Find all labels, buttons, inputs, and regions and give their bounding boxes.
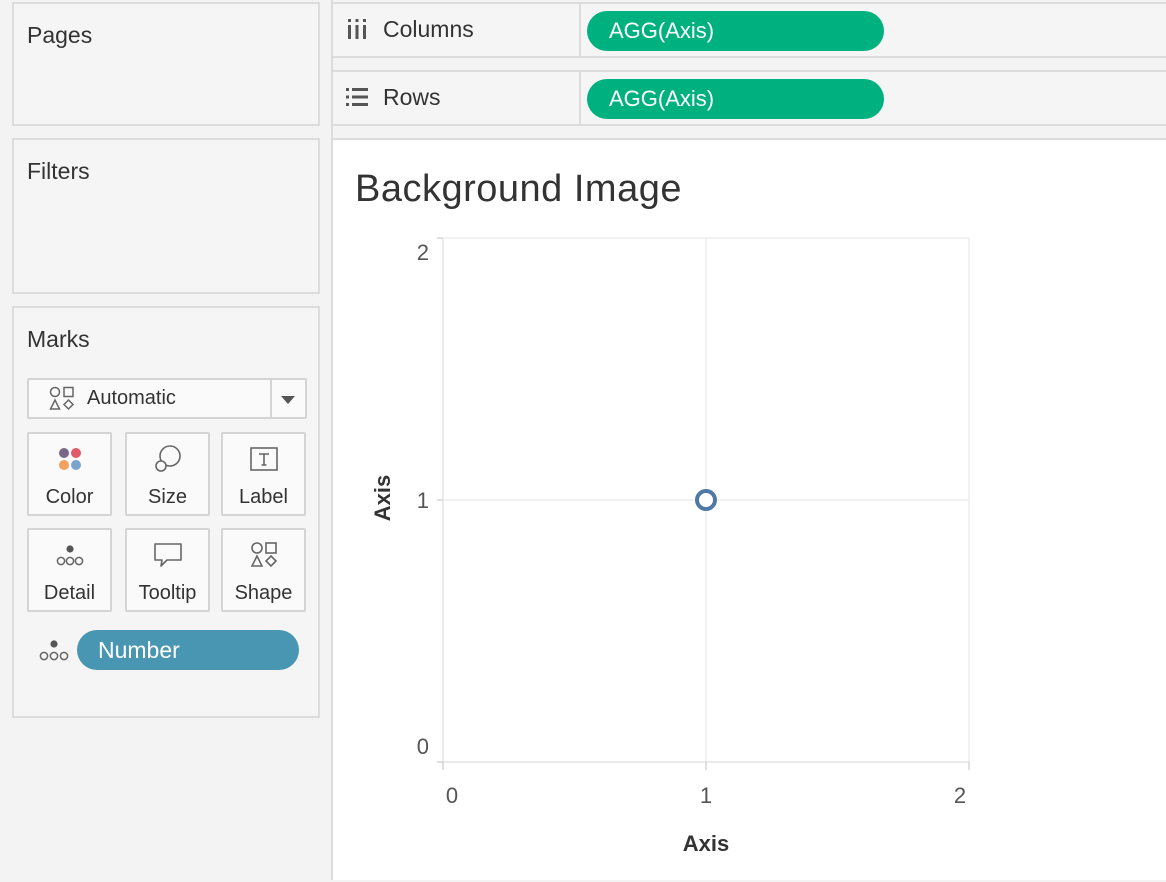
- y-tick-label: 0: [417, 734, 429, 759]
- columns-pill-agg-axis[interactable]: AGG(Axis): [587, 11, 884, 51]
- detail-icon: [56, 545, 84, 566]
- size-button[interactable]: Size: [125, 432, 210, 516]
- pages-title: Pages: [27, 22, 93, 48]
- rows-pill-agg-axis[interactable]: AGG(Axis): [587, 79, 884, 119]
- mark-type-dropdown[interactable]: Automatic: [27, 378, 307, 419]
- axis-ticks: 0 1 2 0 1 2: [417, 237, 970, 808]
- color-icon: [59, 448, 81, 470]
- detail-button[interactable]: Detail: [27, 528, 112, 612]
- color-button[interactable]: Color: [27, 432, 112, 516]
- shape-label: Shape: [234, 582, 293, 604]
- automatic-shape-icon: [49, 386, 75, 411]
- rows-shelf-label-area: Rows: [333, 72, 581, 124]
- rows-shelf[interactable]: Rows AGG(Axis): [333, 70, 1166, 126]
- marks-card: Marks Automatic Color Size Label Detail …: [12, 306, 320, 718]
- filters-title: Filters: [27, 158, 90, 184]
- columns-label: Columns: [383, 16, 474, 42]
- rows-label: Rows: [383, 84, 441, 110]
- tooltip-icon: [154, 543, 182, 567]
- x-tick-label: 0: [446, 783, 458, 808]
- columns-shelf[interactable]: Columns AGG(Axis): [333, 2, 1166, 58]
- x-axis-title: Axis: [683, 831, 729, 856]
- number-field-pill[interactable]: Number: [77, 630, 299, 670]
- shape-icon: [250, 542, 278, 568]
- y-tick-label: 1: [417, 488, 429, 513]
- worksheet-view[interactable]: Background Image 012012 Axis Axis: [333, 138, 1166, 880]
- detail-label: Detail: [43, 582, 96, 604]
- size-label: Size: [148, 486, 187, 508]
- dropdown-divider: [270, 380, 272, 417]
- marks-title: Marks: [27, 326, 90, 352]
- detail-icon: [39, 640, 69, 661]
- chevron-down-icon[interactable]: [281, 396, 295, 404]
- data-point[interactable]: [695, 489, 717, 511]
- text-label-icon: [250, 447, 278, 471]
- columns-shelf-label-area: Columns: [333, 4, 581, 56]
- size-icon: [155, 445, 181, 472]
- scatter-chart[interactable]: 0 1 2 0 1 2 Axis Axis: [333, 140, 1166, 882]
- shape-button[interactable]: Shape: [221, 528, 306, 612]
- tooltip-label: Tooltip: [138, 582, 197, 604]
- pages-card[interactable]: Pages: [12, 2, 320, 126]
- label-button[interactable]: Label: [221, 432, 306, 516]
- label-label: Label: [239, 486, 288, 508]
- mark-type-label: Automatic: [87, 387, 176, 409]
- color-label: Color: [45, 486, 94, 508]
- y-axis-title: Axis: [370, 475, 395, 521]
- rows-icon: [346, 88, 368, 106]
- marks-layer: [695, 489, 717, 511]
- x-tick-label: 2: [954, 783, 966, 808]
- tooltip-button[interactable]: Tooltip: [125, 528, 210, 612]
- filters-card[interactable]: Filters: [12, 138, 320, 294]
- columns-icon: [348, 19, 366, 39]
- x-tick-label: 1: [700, 783, 712, 808]
- y-tick-label: 2: [417, 240, 429, 265]
